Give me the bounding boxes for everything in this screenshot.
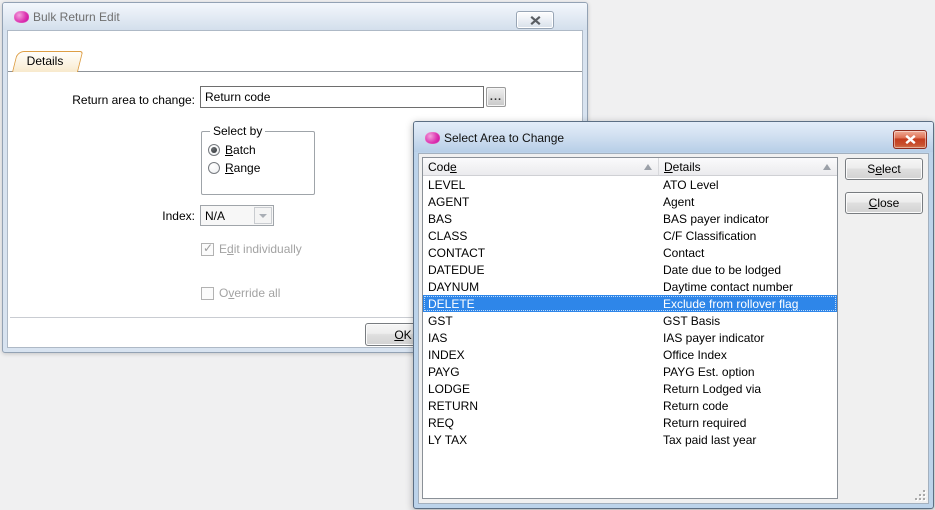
cell-details: ATO Level xyxy=(659,178,837,192)
cell-code: REQ xyxy=(423,416,659,430)
app-icon xyxy=(425,132,440,144)
radio-batch-label: Batch xyxy=(225,143,256,157)
table-row[interactable]: DATEDUEDate due to be lodged xyxy=(423,261,837,278)
cell-details: Office Index xyxy=(659,348,837,362)
browse-button[interactable]: ... xyxy=(486,87,506,107)
override-all-label: Override all xyxy=(219,286,280,300)
table-row[interactable]: AGENTAgent xyxy=(423,193,837,210)
select-by-legend: Select by xyxy=(210,124,265,138)
cell-code: DELETE xyxy=(423,297,659,311)
cell-code: LEVEL xyxy=(423,178,659,192)
index-label: Index: xyxy=(8,209,195,223)
column-header-code-label: Code xyxy=(428,160,457,174)
sort-ascending-icon xyxy=(644,164,652,170)
radio-range-label: Range xyxy=(225,161,260,175)
bulk-titlebar[interactable]: Bulk Return Edit xyxy=(3,3,587,30)
table-row[interactable]: INDEXOffice Index xyxy=(423,346,837,363)
return-area-input[interactable] xyxy=(200,86,484,108)
cell-details: Date due to be lodged xyxy=(659,263,837,277)
edit-individually-label: Edit individually xyxy=(219,242,302,256)
table-row[interactable]: CONTACTContact xyxy=(423,244,837,261)
table-row[interactable]: RETURNReturn code xyxy=(423,397,837,414)
cell-details: Return required xyxy=(659,416,837,430)
close-button[interactable]: Close xyxy=(845,192,923,214)
select-button-label: Select xyxy=(867,162,900,176)
cell-code: LY TAX xyxy=(423,433,659,447)
radio-range-circle[interactable] xyxy=(208,162,220,174)
cell-details: Contact xyxy=(659,246,837,260)
cell-details: Return Lodged via xyxy=(659,382,837,396)
table-row[interactable]: LY TAXTax paid last year xyxy=(423,431,837,448)
radio-batch-circle[interactable] xyxy=(208,144,220,156)
cell-details: Daytime contact number xyxy=(659,280,837,294)
list-header: Code Details xyxy=(423,158,837,176)
table-row[interactable]: LEVELATO Level xyxy=(423,176,837,193)
window-title: Bulk Return Edit xyxy=(33,10,120,24)
index-dropdown[interactable]: N/A xyxy=(200,205,274,226)
chevron-down-icon[interactable] xyxy=(254,207,272,224)
table-body: LEVELATO LevelAGENTAgentBASBAS payer ind… xyxy=(423,176,837,448)
ok-button-label: OK xyxy=(394,328,411,342)
table-row[interactable]: LODGEReturn Lodged via xyxy=(423,380,837,397)
close-icon[interactable] xyxy=(893,130,927,149)
area-list: Code Details LEVELATO LevelAGENTAgentBAS… xyxy=(422,157,838,499)
cell-code: DAYNUM xyxy=(423,280,659,294)
select-by-groupbox: Select by Batch Range xyxy=(201,124,315,195)
cell-details: IAS payer indicator xyxy=(659,331,837,345)
table-row[interactable]: REQReturn required xyxy=(423,414,837,431)
select-window-body: Code Details LEVELATO LevelAGENTAgentBAS… xyxy=(418,153,929,504)
sort-ascending-icon xyxy=(823,164,831,170)
table-row[interactable]: BASBAS payer indicator xyxy=(423,210,837,227)
table-row[interactable]: GSTGST Basis xyxy=(423,312,837,329)
tab-details[interactable]: Details xyxy=(12,51,78,72)
cell-code: DATEDUE xyxy=(423,263,659,277)
resize-grip[interactable] xyxy=(913,488,926,501)
cell-code: IAS xyxy=(423,331,659,345)
cell-details: Return code xyxy=(659,399,837,413)
cell-code: GST xyxy=(423,314,659,328)
column-header-details-label: Details xyxy=(664,160,701,174)
table-row[interactable]: CLASSC/F Classification xyxy=(423,227,837,244)
override-all-checkbox[interactable]: Override all xyxy=(201,286,280,300)
table-row[interactable]: PAYGPAYG Est. option xyxy=(423,363,837,380)
select-area-window: Select Area to Change Code Details xyxy=(413,121,934,509)
cell-details: C/F Classification xyxy=(659,229,837,243)
cell-code: BAS xyxy=(423,212,659,226)
radio-range[interactable]: Range xyxy=(208,159,308,176)
cell-code: PAYG xyxy=(423,365,659,379)
desktop: Bulk Return Edit Details Return area to … xyxy=(0,0,935,510)
cell-code: LODGE xyxy=(423,382,659,396)
cell-details: Tax paid last year xyxy=(659,433,837,447)
column-header-code[interactable]: Code xyxy=(423,158,659,175)
edit-individually-checkbox[interactable]: ✓ Edit individually xyxy=(201,242,302,256)
app-icon xyxy=(14,11,29,23)
return-area-label: Return area to change: xyxy=(8,93,195,107)
cell-code: RETURN xyxy=(423,399,659,413)
cell-code: AGENT xyxy=(423,195,659,209)
cell-details: Agent xyxy=(659,195,837,209)
cell-details: BAS payer indicator xyxy=(659,212,837,226)
edit-individually-box[interactable]: ✓ xyxy=(201,243,214,256)
table-row[interactable]: IASIAS payer indicator xyxy=(423,329,837,346)
select-titlebar[interactable]: Select Area to Change xyxy=(414,122,933,152)
cell-details: Exclude from rollover flag xyxy=(659,297,837,311)
table-row[interactable]: DAYNUMDaytime contact number xyxy=(423,278,837,295)
select-button[interactable]: Select xyxy=(845,158,923,180)
column-header-details[interactable]: Details xyxy=(659,158,837,175)
tab-details-label: Details xyxy=(12,51,78,72)
cell-details: PAYG Est. option xyxy=(659,365,837,379)
radio-batch[interactable]: Batch xyxy=(208,141,308,158)
table-row[interactable]: DELETEExclude from rollover flag xyxy=(423,295,837,312)
tab-strip-divider xyxy=(8,71,582,72)
cell-code: CONTACT xyxy=(423,246,659,260)
check-icon: ✓ xyxy=(203,241,213,255)
close-icon[interactable] xyxy=(516,11,554,29)
cell-code: CLASS xyxy=(423,229,659,243)
override-all-box[interactable] xyxy=(201,287,214,300)
close-button-label: Close xyxy=(869,196,900,210)
cell-code: INDEX xyxy=(423,348,659,362)
cell-details: GST Basis xyxy=(659,314,837,328)
window-title: Select Area to Change xyxy=(444,131,564,145)
index-dropdown-value: N/A xyxy=(205,209,225,223)
